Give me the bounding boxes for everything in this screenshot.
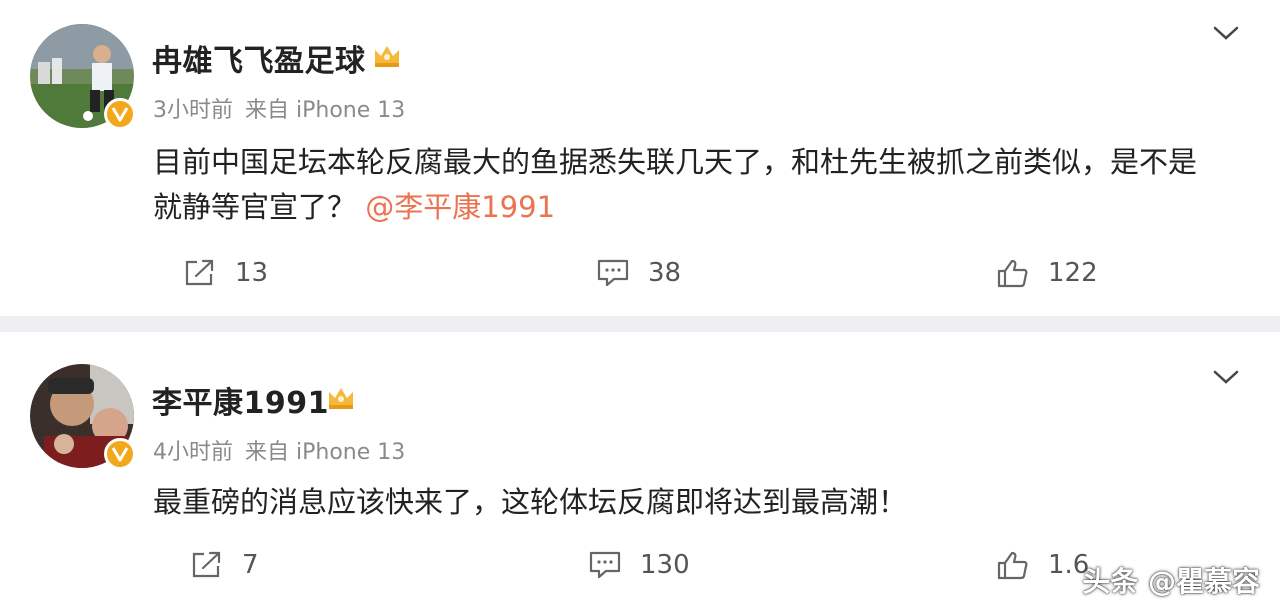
like-icon	[997, 551, 1028, 580]
like-count: 122	[1048, 258, 1098, 288]
repost-button[interactable]: 7	[190, 550, 259, 580]
comment-icon	[589, 551, 621, 579]
repost-button[interactable]: 13	[183, 258, 268, 288]
comment-count: 130	[640, 550, 690, 580]
post-text-line: 最重磅的消息应该快来了，这轮体坛反腐即将达到最高潮！	[153, 485, 908, 519]
comment-count: 38	[648, 258, 682, 288]
repost-icon	[185, 259, 214, 286]
like-icon	[997, 259, 1028, 288]
verified-badge-icon	[104, 438, 136, 470]
post-text-line: 就静等官宣了？	[153, 190, 357, 224]
repost-count: 7	[242, 550, 259, 580]
repost-icon	[192, 551, 221, 578]
chevron-down-icon[interactable]	[1212, 368, 1240, 386]
mention-link[interactable]: @李平康1991	[365, 190, 555, 224]
post-text-line: 目前中国足坛本轮反腐最大的鱼据悉失联几天了，和杜先生被抓之前类似，是不是	[153, 145, 1198, 179]
watermark: 头条 @瞿慕容	[1082, 565, 1260, 598]
comment-button[interactable]: 130	[588, 550, 690, 580]
post-text: 目前中国足坛本轮反腐最大的鱼据悉失联几天了，和杜先生被抓之前类似，是不是 就静等…	[153, 140, 1253, 230]
post-text: 最重磅的消息应该快来了，这轮体坛反腐即将达到最高潮！	[153, 480, 1253, 525]
like-button[interactable]: 1.6	[996, 550, 1089, 580]
author-name[interactable]: 冉雄飞飞盈足球	[152, 36, 366, 80]
repost-count: 13	[235, 258, 269, 288]
post-separator	[0, 316, 1280, 332]
post-time: 3小时前	[153, 98, 233, 123]
post-time: 4小时前	[153, 440, 233, 465]
avatar[interactable]	[30, 364, 136, 470]
post-card: 冉雄飞飞盈足球 3小时前 来自 iPhone 13 目前中国足坛本轮反腐最大的鱼据…	[0, 0, 1280, 316]
post-source: 来自 iPhone 13	[245, 440, 406, 465]
crown-icon	[329, 388, 353, 409]
avatar[interactable]	[30, 24, 136, 130]
post-meta: 4小时前 来自 iPhone 13	[153, 434, 417, 466]
like-button[interactable]: 122	[996, 258, 1098, 288]
comment-icon	[597, 259, 629, 287]
author-name[interactable]: 李平康1991	[152, 378, 329, 422]
post-meta: 3小时前 来自 iPhone 13	[153, 92, 417, 124]
chevron-down-icon[interactable]	[1212, 24, 1240, 42]
post-source: 来自 iPhone 13	[245, 98, 406, 123]
crown-icon	[375, 46, 399, 67]
verified-badge-icon	[104, 98, 136, 130]
comment-button[interactable]: 38	[596, 258, 681, 288]
